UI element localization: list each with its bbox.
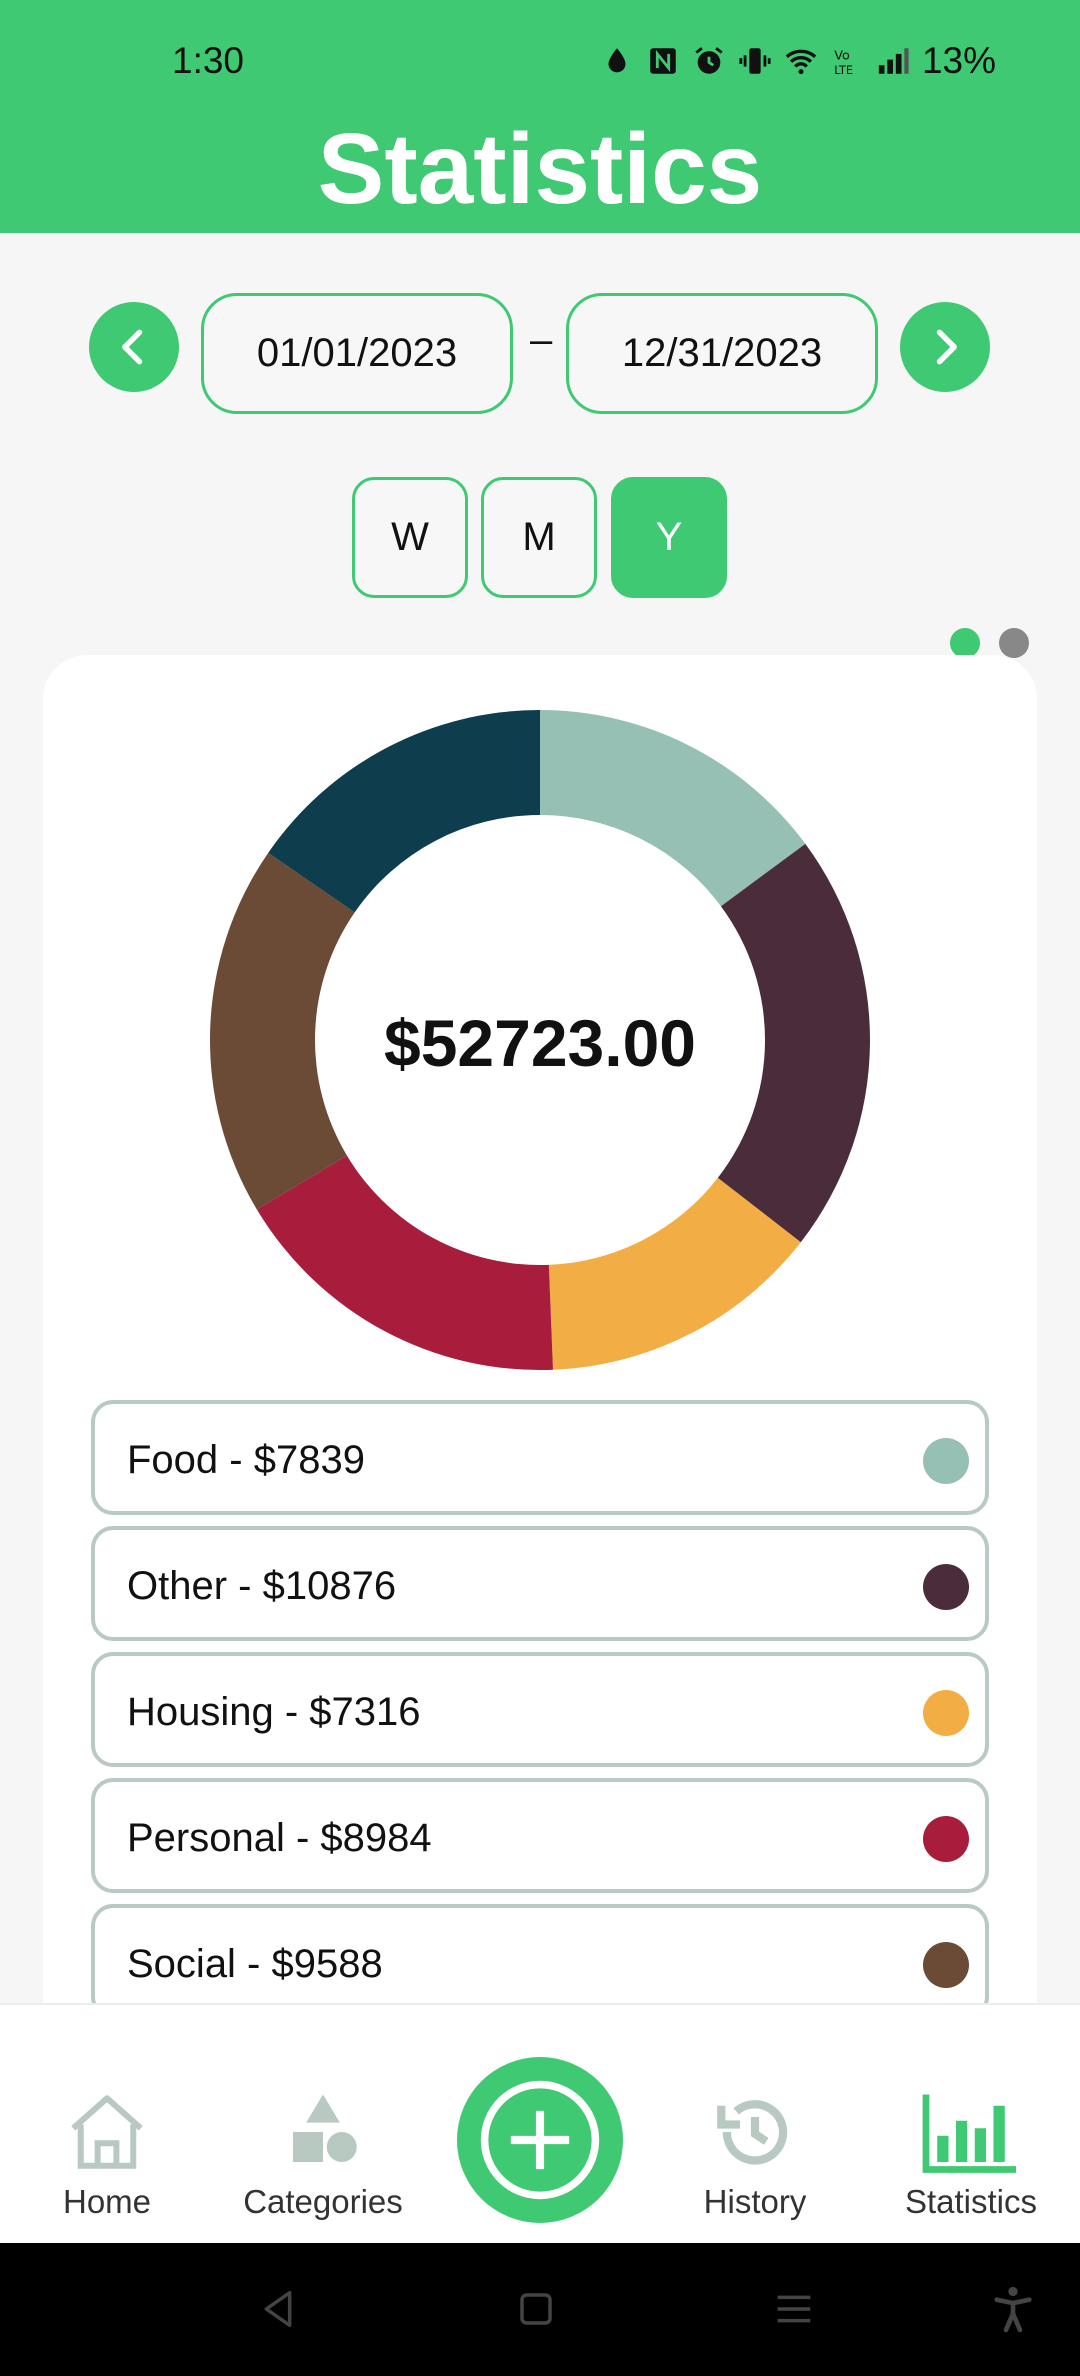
- battery-percent: 13%: [921, 40, 996, 81]
- legend-label: Personal - $8984: [127, 1816, 432, 1860]
- pager-dot[interactable]: [999, 628, 1029, 658]
- system-navigation-bar: [0, 2243, 1080, 2376]
- nav-statistics[interactable]: Statistics: [871, 2087, 1071, 2221]
- legend-swatch: [923, 1816, 969, 1862]
- nfc-icon: [650, 48, 676, 74]
- alarm-icon: [695, 47, 723, 74]
- home-icon: [71, 2095, 143, 2169]
- total-amount: $52723.00: [384, 1006, 696, 1080]
- accessibility-icon[interactable]: [985, 2281, 1041, 2337]
- wifi-icon: [785, 49, 817, 75]
- legend-swatch: [923, 1438, 969, 1484]
- legend-swatch: [923, 1942, 969, 1988]
- legend-label: Housing - $7316: [127, 1690, 421, 1734]
- next-period-button[interactable]: [900, 302, 990, 392]
- nav-history-label: History: [703, 2183, 807, 2220]
- nav-categories[interactable]: Categories: [223, 2087, 423, 2221]
- year-toggle[interactable]: Y: [611, 477, 727, 598]
- vibrate-icon: [739, 48, 771, 74]
- week-toggle[interactable]: W: [352, 477, 468, 598]
- legend-item-other[interactable]: Other - $10876: [91, 1526, 989, 1641]
- donut-slice-personal[interactable]: [256, 1155, 553, 1370]
- legend-item-food[interactable]: Food - $7839: [91, 1400, 989, 1515]
- previous-period-button[interactable]: [89, 302, 179, 392]
- legend-swatch: [923, 1564, 969, 1610]
- date-separator: –: [530, 318, 553, 362]
- signal-icon: [878, 48, 909, 74]
- volte-icon: VoLTE: [834, 49, 853, 77]
- nav-statistics-label: Statistics: [904, 2183, 1038, 2220]
- nav-categories-label: Categories: [243, 2183, 403, 2220]
- legend-item-social[interactable]: Social - $9588: [91, 1904, 989, 2019]
- month-toggle[interactable]: M: [481, 477, 597, 598]
- recents-icon[interactable]: [766, 2281, 822, 2337]
- legend-label: Social - $9588: [127, 1942, 383, 1986]
- nav-history[interactable]: History: [655, 2087, 855, 2221]
- bar-chart-icon: [922, 2094, 1016, 2173]
- legend-swatch: [923, 1690, 969, 1736]
- add-transaction-button[interactable]: [457, 2057, 623, 2223]
- back-icon[interactable]: [250, 2281, 306, 2337]
- status-icons: Vo LTE 13%: [600, 40, 996, 82]
- page-title: Statistics: [317, 113, 763, 225]
- home-square-icon[interactable]: [508, 2281, 564, 2337]
- svg-text:Vo: Vo: [834, 49, 850, 64]
- nav-home-label: Home: [62, 2183, 152, 2220]
- pager-dot-active[interactable]: [950, 628, 980, 658]
- data-saver-icon: [608, 48, 626, 73]
- history-icon: [717, 2100, 788, 2165]
- start-date-field[interactable]: 01/01/2023: [201, 293, 513, 414]
- legend-item-housing[interactable]: Housing - $7316: [91, 1652, 989, 1767]
- status-time: 1:30: [172, 40, 245, 81]
- end-date-field[interactable]: 12/31/2023: [566, 293, 878, 414]
- app-header: 1:30 Vo LTE 13% Statistics: [0, 0, 1080, 233]
- legend-label: Food - $7839: [127, 1438, 365, 1482]
- legend-item-personal[interactable]: Personal - $8984: [91, 1778, 989, 1893]
- svg-text:LTE: LTE: [834, 63, 853, 77]
- nav-home[interactable]: Home: [7, 2087, 207, 2221]
- legend-label: Other - $10876: [127, 1564, 397, 1608]
- chevron-right-icon: [936, 329, 957, 365]
- plus-circle-icon: [480, 2080, 600, 2200]
- shapes-icon: [293, 2094, 357, 2162]
- chevron-left-icon: [122, 329, 143, 365]
